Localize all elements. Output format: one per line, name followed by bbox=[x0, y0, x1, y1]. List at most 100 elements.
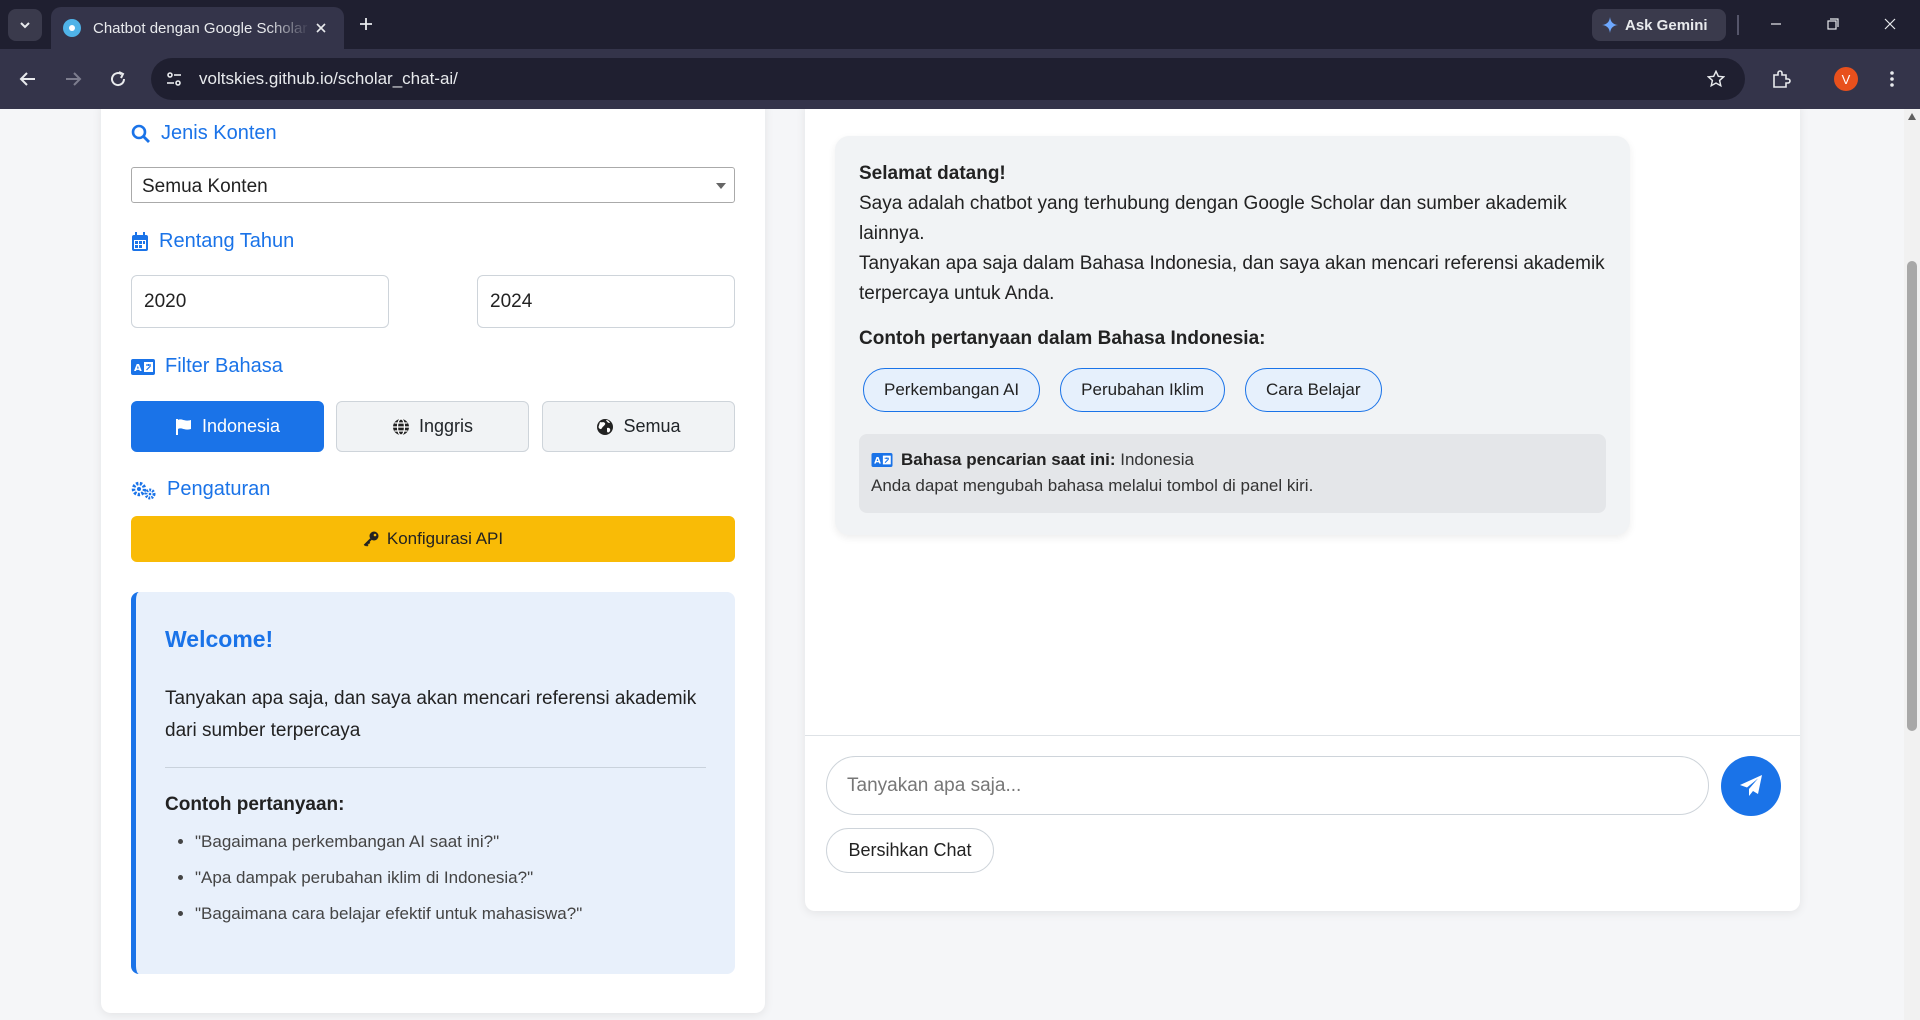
site-info-icon[interactable] bbox=[159, 64, 189, 94]
configure-api-button[interactable]: Konfigurasi API bbox=[131, 516, 735, 562]
search-icon bbox=[131, 124, 150, 143]
content-type-select[interactable]: Semua Konten bbox=[131, 167, 735, 203]
welcome-text: Tanyakan apa saja, dan saya akan mencari… bbox=[165, 688, 697, 741]
dropdown-caret-icon bbox=[716, 183, 726, 189]
browser-tab[interactable]: Chatbot dengan Google Scholar bbox=[51, 7, 344, 49]
close-tab-icon[interactable] bbox=[310, 17, 332, 39]
new-tab-button[interactable] bbox=[352, 10, 380, 38]
list-item: "Bagaimana perkembangan AI saat ini?" bbox=[195, 832, 706, 852]
gemini-sparkle-icon bbox=[1602, 17, 1618, 33]
search-language-info: A Bahasa pencarian saat ini: Indonesia A… bbox=[859, 434, 1606, 513]
address-bar[interactable]: voltskies.github.io/scholar_chat-ai/ bbox=[151, 58, 1745, 100]
language-all-button[interactable]: Semua bbox=[542, 401, 735, 452]
favicon-icon bbox=[63, 19, 81, 37]
clear-chat-button[interactable]: Bersihkan Chat bbox=[826, 828, 994, 873]
chat-panel: Selamat datang! Saya adalah chatbot yang… bbox=[805, 109, 1800, 911]
year-range-heading: Rentang Tahun bbox=[131, 230, 294, 253]
language-filter-heading: A Filter Bahasa bbox=[131, 355, 283, 378]
example-chip-ai[interactable]: Perkembangan AI bbox=[863, 368, 1041, 412]
puzzle-icon bbox=[1773, 70, 1791, 88]
forward-button[interactable] bbox=[57, 63, 89, 95]
ask-gemini-button[interactable]: Ask Gemini bbox=[1592, 9, 1726, 41]
search-language-label: Bahasa pencarian saat ini: bbox=[901, 450, 1116, 469]
bot-instruction-text: Tanyakan apa saja dalam Bahasa Indonesia… bbox=[859, 253, 1605, 304]
example-chip-climate[interactable]: Perubahan Iklim bbox=[1060, 368, 1225, 412]
bookmark-star-icon[interactable] bbox=[1701, 64, 1731, 94]
language-english-label: Inggris bbox=[418, 416, 474, 436]
language-english-button[interactable]: Inggris bbox=[336, 401, 529, 452]
configure-api-label: Konfigurasi API bbox=[386, 529, 504, 548]
svg-text:A: A bbox=[874, 457, 881, 467]
arrow-right-icon bbox=[66, 72, 82, 86]
earth-icon bbox=[597, 418, 614, 435]
welcome-examples-title: Contoh pertanyaan: bbox=[165, 794, 345, 815]
bot-intro-text: Saya adalah chatbot yang terhubung denga… bbox=[859, 193, 1567, 244]
arrow-left-icon bbox=[19, 72, 35, 86]
browser-toolbar: voltskies.github.io/scholar_chat-ai/ V bbox=[0, 49, 1920, 109]
svg-text:A: A bbox=[134, 363, 142, 374]
browser-menu-button[interactable] bbox=[1876, 63, 1908, 95]
year-from-input[interactable]: 2020 bbox=[131, 275, 389, 328]
gears-icon bbox=[131, 481, 156, 499]
bot-greeting: Selamat datang! bbox=[859, 163, 1006, 184]
scroll-up-arrow-icon[interactable] bbox=[1908, 113, 1916, 120]
list-item: "Apa dampak perubahan iklim di Indonesia… bbox=[195, 868, 706, 888]
language-filter-title: Filter Bahasa bbox=[165, 355, 283, 377]
tab-strip: Chatbot dengan Google Scholar Ask Gemini bbox=[0, 0, 1920, 49]
language-indonesia-button[interactable]: Indonesia bbox=[131, 401, 324, 452]
close-window-button[interactable] bbox=[1870, 9, 1910, 39]
language-icon: A bbox=[871, 453, 893, 467]
page-scrollbar[interactable] bbox=[1904, 109, 1920, 1020]
content-type-title: Jenis Konten bbox=[161, 122, 277, 144]
restore-button[interactable] bbox=[1813, 9, 1853, 39]
welcome-examples-list: "Bagaimana perkembangan AI saat ini?" "A… bbox=[165, 832, 706, 924]
year-range-title: Rentang Tahun bbox=[159, 230, 295, 252]
bot-message: Selamat datang! Saya adalah chatbot yang… bbox=[835, 136, 1630, 535]
list-item: "Bagaimana cara belajar efektif untuk ma… bbox=[195, 904, 706, 924]
paper-plane-icon bbox=[1740, 775, 1762, 796]
reload-button[interactable] bbox=[102, 63, 134, 95]
back-button[interactable] bbox=[12, 63, 44, 95]
profile-avatar[interactable]: V bbox=[1834, 67, 1858, 91]
settings-heading: Pengaturan bbox=[131, 478, 270, 501]
divider bbox=[165, 767, 706, 768]
globe-icon bbox=[392, 417, 409, 436]
content-type-heading: Jenis Konten bbox=[131, 122, 277, 145]
divider bbox=[805, 735, 1800, 736]
bot-examples-title: Contoh pertanyaan dalam Bahasa Indonesia… bbox=[859, 328, 1266, 349]
flag-icon bbox=[175, 418, 191, 435]
tab-title: Chatbot dengan Google Scholar bbox=[93, 19, 308, 37]
search-language-hint: Anda dapat mengubah bahasa melalui tombo… bbox=[871, 476, 1314, 495]
restore-icon bbox=[1827, 18, 1839, 30]
calendar-icon bbox=[132, 231, 148, 251]
minimize-icon bbox=[1771, 23, 1781, 25]
scrollbar-thumb[interactable] bbox=[1907, 261, 1917, 731]
divider bbox=[1737, 15, 1739, 35]
close-icon bbox=[1884, 18, 1896, 30]
chat-input[interactable]: Tanyakan apa saja... bbox=[826, 756, 1709, 815]
year-to-input[interactable]: 2024 bbox=[477, 275, 735, 328]
ask-gemini-label: Ask Gemini bbox=[1625, 16, 1708, 34]
kebab-menu-icon bbox=[1890, 71, 1894, 87]
extensions-button[interactable] bbox=[1765, 63, 1797, 95]
language-all-label: Semua bbox=[623, 416, 681, 436]
welcome-card: Welcome! Tanyakan apa saja, dan saya aka… bbox=[131, 592, 735, 974]
example-chips: Perkembangan AI Perubahan Iklim Cara Bel… bbox=[863, 368, 1606, 412]
plus-icon bbox=[360, 18, 372, 30]
language-icon: A bbox=[131, 358, 155, 375]
search-language-value: Indonesia bbox=[1120, 450, 1194, 469]
key-icon bbox=[363, 531, 379, 547]
content-type-selected: Semua Konten bbox=[142, 176, 268, 197]
url-text[interactable]: voltskies.github.io/scholar_chat-ai/ bbox=[199, 69, 1701, 89]
example-chip-learning[interactable]: Cara Belajar bbox=[1245, 368, 1382, 412]
chevron-down-icon bbox=[20, 22, 30, 29]
language-indonesia-label: Indonesia bbox=[201, 416, 281, 436]
sidebar-panel: Jenis Konten Semua Konten Rentang Tahun … bbox=[101, 109, 765, 1013]
send-button[interactable] bbox=[1721, 756, 1781, 816]
minimize-button[interactable] bbox=[1756, 9, 1796, 39]
tab-search-button[interactable] bbox=[8, 9, 42, 41]
reload-icon bbox=[111, 71, 126, 87]
settings-title: Pengaturan bbox=[167, 478, 271, 500]
page-viewport: Jenis Konten Semua Konten Rentang Tahun … bbox=[0, 109, 1904, 1020]
welcome-title: Welcome! bbox=[165, 626, 274, 652]
